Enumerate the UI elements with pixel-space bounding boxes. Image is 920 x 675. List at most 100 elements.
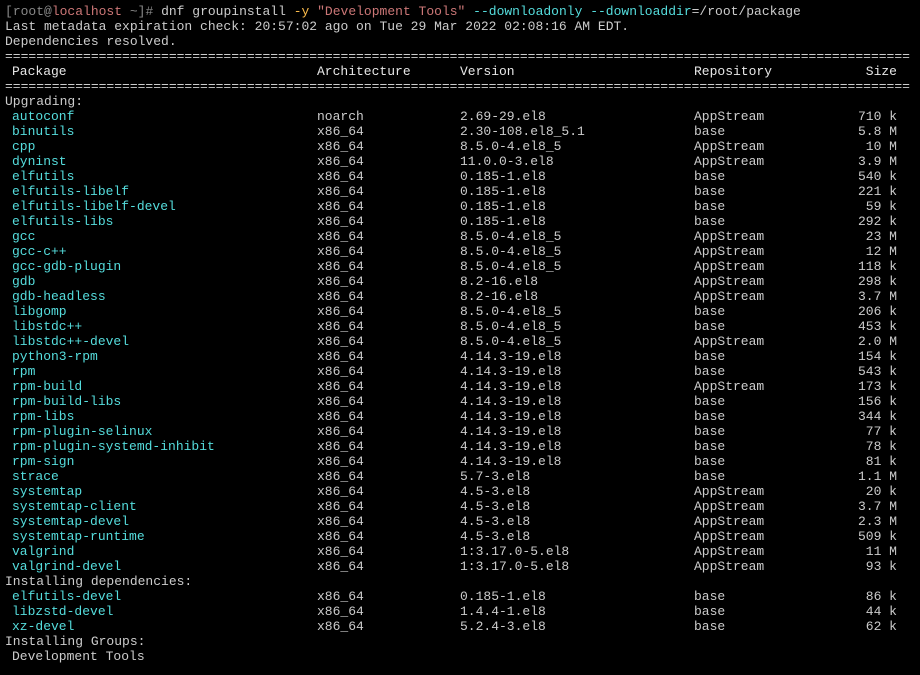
metadata-check-line: Last metadata expiration check: 20:57:02…: [5, 19, 915, 34]
col-package: libzstd-devel: [5, 604, 317, 619]
col-architecture: x86_64: [317, 409, 460, 424]
cmd-base: dnf groupinstall: [153, 4, 293, 19]
col-version: 4.14.3-19.el8: [460, 364, 694, 379]
table-row: rpm-build-libsx86_644.14.3-19.el8base156…: [5, 394, 915, 409]
col-package: dyninst: [5, 154, 317, 169]
col-repository: AppStream: [694, 514, 814, 529]
col-package: elfutils-libs: [5, 214, 317, 229]
table-header: Package Architecture Version Repository …: [5, 64, 915, 79]
table-row: libzstd-develx86_641.4.4-1.el8base44 k: [5, 604, 915, 619]
col-package: gcc-gdb-plugin: [5, 259, 317, 274]
col-package: systemtap-client: [5, 499, 317, 514]
col-size: 93 k: [814, 559, 915, 574]
prompt-path: ~]#: [122, 4, 153, 19]
col-repository: base: [694, 604, 814, 619]
col-architecture: x86_64: [317, 184, 460, 199]
col-repository: AppStream: [694, 259, 814, 274]
col-architecture: x86_64: [317, 274, 460, 289]
table-row: rpm-buildx86_644.14.3-19.el8AppStream173…: [5, 379, 915, 394]
col-size: 3.9 M: [814, 154, 915, 169]
col-version: 8.5.0-4.el8_5: [460, 334, 694, 349]
table-row: gdbx86_648.2-16.el8AppStream298 k: [5, 274, 915, 289]
col-architecture: x86_64: [317, 349, 460, 364]
col-architecture: x86_64: [317, 484, 460, 499]
table-row: dyninstx86_6411.0.0-3.el8AppStream3.9 M: [5, 154, 915, 169]
col-size: 2.3 M: [814, 514, 915, 529]
col-architecture: x86_64: [317, 319, 460, 334]
col-package: rpm-libs: [5, 409, 317, 424]
section-upgrading: Upgrading:: [5, 94, 915, 109]
col-architecture: x86_64: [317, 544, 460, 559]
col-architecture: x86_64: [317, 469, 460, 484]
col-repository: AppStream: [694, 499, 814, 514]
table-row: rpm-libsx86_644.14.3-19.el8base344 k: [5, 409, 915, 424]
col-repository: base: [694, 469, 814, 484]
col-architecture: x86_64: [317, 334, 460, 349]
col-repository: base: [694, 304, 814, 319]
table-row: python3-rpmx86_644.14.3-19.el8base154 k: [5, 349, 915, 364]
col-package: valgrind-devel: [5, 559, 317, 574]
col-repository: base: [694, 364, 814, 379]
col-size: 23 M: [814, 229, 915, 244]
col-size: 453 k: [814, 319, 915, 334]
col-repository: base: [694, 424, 814, 439]
col-repository: AppStream: [694, 544, 814, 559]
flag-y: -y: [294, 4, 310, 19]
col-package: gcc-c++: [5, 244, 317, 259]
col-repository: AppStream: [694, 139, 814, 154]
col-repository: base: [694, 409, 814, 424]
col-architecture: x86_64: [317, 244, 460, 259]
col-architecture: x86_64: [317, 394, 460, 409]
col-package: xz-devel: [5, 619, 317, 634]
col-version: 4.14.3-19.el8: [460, 454, 694, 469]
col-version: 0.185-1.el8: [460, 214, 694, 229]
col-version: 1:3.17.0-5.el8: [460, 544, 694, 559]
table-row: libstdc++x86_648.5.0-4.el8_5base453 k: [5, 319, 915, 334]
col-version: 1.4.4-1.el8: [460, 604, 694, 619]
col-version: 2.69-29.el8: [460, 109, 694, 124]
col-version: 5.2.4-3.el8: [460, 619, 694, 634]
col-size: 12 M: [814, 244, 915, 259]
col-repository: AppStream: [694, 289, 814, 304]
col-size: 81 k: [814, 454, 915, 469]
col-architecture: x86_64: [317, 304, 460, 319]
col-package: rpm-plugin-selinux: [5, 424, 317, 439]
col-architecture: x86_64: [317, 379, 460, 394]
col-architecture: x86_64: [317, 154, 460, 169]
col-size: 77 k: [814, 424, 915, 439]
table-row: rpm-signx86_644.14.3-19.el8base81 k: [5, 454, 915, 469]
col-version: 5.7-3.el8: [460, 469, 694, 484]
col-size: 5.8 M: [814, 124, 915, 139]
col-repository: base: [694, 394, 814, 409]
col-repository: base: [694, 169, 814, 184]
col-version: 4.14.3-19.el8: [460, 394, 694, 409]
col-package: libstdc++-devel: [5, 334, 317, 349]
col-size: 118 k: [814, 259, 915, 274]
col-size: 3.7 M: [814, 499, 915, 514]
col-size: 86 k: [814, 589, 915, 604]
col-repository: AppStream: [694, 334, 814, 349]
col-version: 0.185-1.el8: [460, 589, 694, 604]
col-repository: AppStream: [694, 229, 814, 244]
col-architecture: x86_64: [317, 424, 460, 439]
col-version: 8.5.0-4.el8_5: [460, 319, 694, 334]
table-row: rpm-plugin-systemd-inhibitx86_644.14.3-1…: [5, 439, 915, 454]
table-row: libstdc++-develx86_648.5.0-4.el8_5AppStr…: [5, 334, 915, 349]
col-repository: base: [694, 124, 814, 139]
col-size: 78 k: [814, 439, 915, 454]
col-size: 156 k: [814, 394, 915, 409]
col-repository: AppStream: [694, 484, 814, 499]
col-version: 11.0.0-3.el8: [460, 154, 694, 169]
table-row: elfutils-libelfx86_640.185-1.el8base221 …: [5, 184, 915, 199]
col-version: 4.14.3-19.el8: [460, 424, 694, 439]
table-row: elfutilsx86_640.185-1.el8base540 k: [5, 169, 915, 184]
table-row: elfutils-libsx86_640.185-1.el8base292 k: [5, 214, 915, 229]
table-row: systemtap-develx86_644.5-3.el8AppStream2…: [5, 514, 915, 529]
col-package: rpm-build: [5, 379, 317, 394]
col-architecture: x86_64: [317, 499, 460, 514]
col-architecture: x86_64: [317, 529, 460, 544]
col-repository: AppStream: [694, 154, 814, 169]
col-package: rpm-plugin-systemd-inhibit: [5, 439, 317, 454]
col-version: 1:3.17.0-5.el8: [460, 559, 694, 574]
col-repository: AppStream: [694, 379, 814, 394]
